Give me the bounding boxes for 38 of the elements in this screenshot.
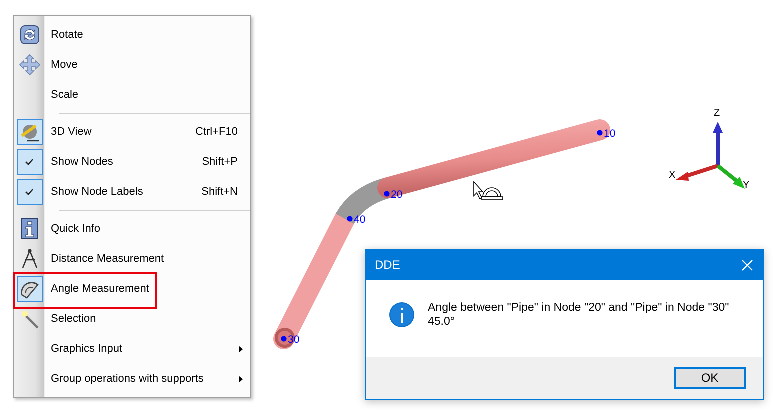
check-mark-box[interactable] bbox=[16, 179, 42, 205]
menu-item[interactable]: Selection bbox=[51, 313, 250, 325]
axis-label: Z bbox=[714, 108, 720, 119]
shortcut-label: Shift+N bbox=[202, 186, 238, 198]
menu-item[interactable]: Scale bbox=[51, 89, 250, 101]
menu-item[interactable]: Rotate bbox=[51, 29, 250, 41]
move-icon bbox=[18, 54, 40, 76]
node-label: 10 bbox=[604, 128, 616, 140]
menu-item[interactable]: Show Nodes bbox=[51, 156, 202, 168]
ok-button[interactable]: OK bbox=[674, 367, 746, 389]
dialog-message: Angle between "Pipe" in Node "20" and "Pipe" in Node "30" 45.0° bbox=[428, 300, 730, 328]
info-icon bbox=[18, 218, 40, 240]
rotate-icon bbox=[18, 24, 40, 46]
submenu-arrow-icon bbox=[239, 376, 243, 382]
node-label: 40 bbox=[354, 214, 366, 226]
axis-label: Y bbox=[743, 180, 750, 191]
cursor-icon bbox=[474, 180, 504, 200]
submenu-arrow-icon bbox=[239, 346, 243, 352]
menu-item[interactable]: Group operations with supports bbox=[51, 373, 239, 385]
axis-triad-drawing bbox=[676, 122, 745, 189]
close-icon[interactable] bbox=[742, 260, 753, 270]
node-dot bbox=[384, 191, 390, 197]
menu-item[interactable]: Graphics Input bbox=[51, 343, 239, 355]
node-dot bbox=[281, 336, 287, 342]
info-icon bbox=[389, 302, 415, 328]
node-dot bbox=[597, 130, 603, 136]
dialog-title: DDE bbox=[375, 258, 400, 272]
shortcut-label: Shift+P bbox=[202, 156, 238, 168]
axis-label: X bbox=[669, 170, 676, 181]
node-dot bbox=[347, 216, 353, 222]
menu-item[interactable]: Distance Measurement bbox=[51, 253, 250, 265]
shortcut-label: Ctrl+F10 bbox=[196, 126, 238, 138]
menu-item[interactable]: 3D View bbox=[51, 126, 196, 138]
menu-item[interactable]: Quick Info bbox=[51, 223, 250, 235]
menu-item[interactable]: Show Node Labels bbox=[51, 186, 202, 198]
menu-item[interactable]: Angle Measurement bbox=[51, 283, 250, 295]
check-mark-box[interactable] bbox=[16, 149, 42, 175]
menu-item[interactable]: Move bbox=[51, 59, 250, 71]
